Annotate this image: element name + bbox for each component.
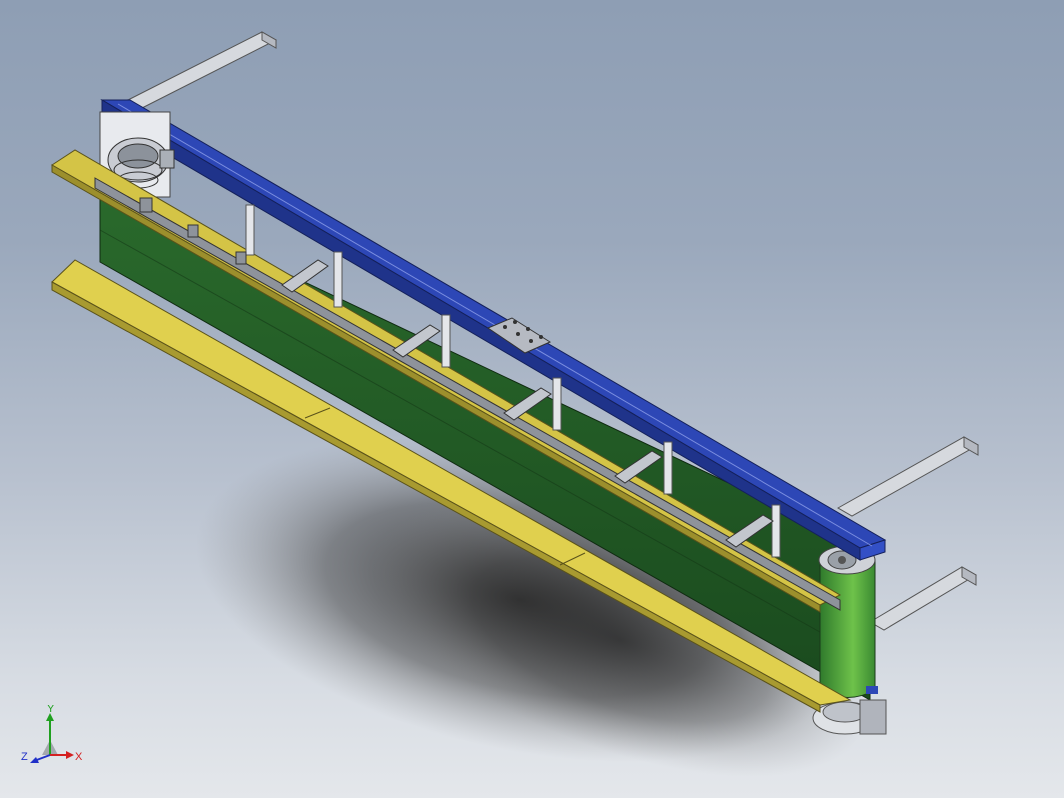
mounting-rail-right-upper [836,436,980,517]
mounting-rail-right-lower [869,566,977,631]
head-roller [818,545,876,698]
mounting-rail-top-left [126,31,278,117]
z-axis-label: Z [21,751,28,763]
axis-triad: Y X Z [21,705,83,763]
y-axis-label: Y [47,705,55,715]
conveyor-model[interactable] [0,0,1064,798]
x-axis-arrow [66,751,74,759]
x-axis-label: X [75,751,83,763]
cad-viewport[interactable]: Y X Z [0,0,1064,798]
